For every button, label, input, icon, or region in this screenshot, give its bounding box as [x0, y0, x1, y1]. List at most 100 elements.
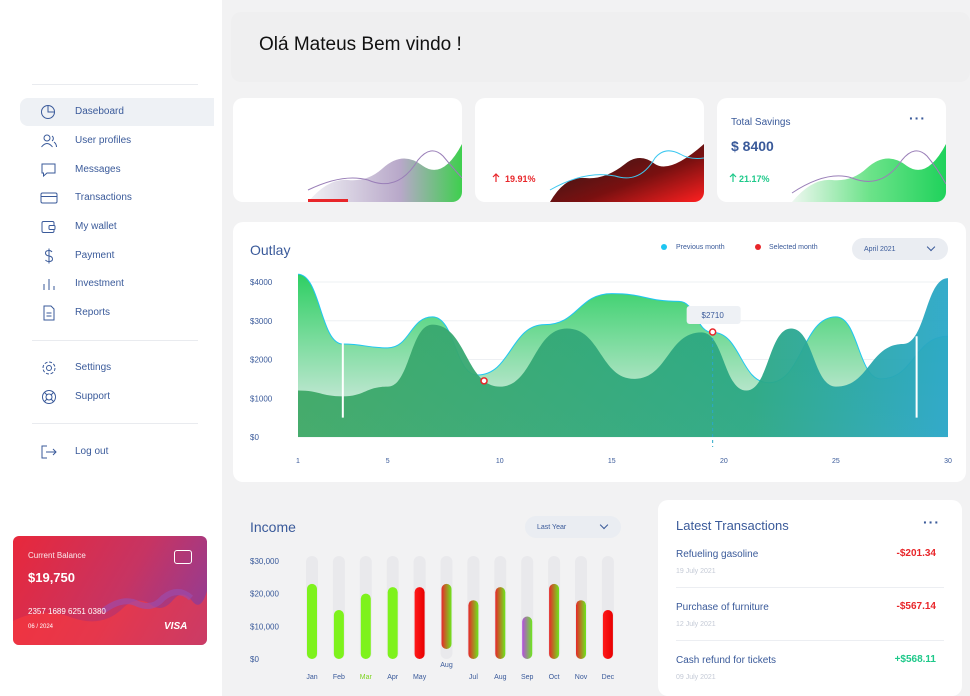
savings-change: 21.17% [739, 174, 770, 184]
bar [576, 600, 586, 659]
sidebar-item-settings[interactable]: Settings [20, 354, 214, 382]
y-tick-label: $1000 [250, 394, 273, 403]
sidebar-item-reports[interactable]: Reports [20, 299, 214, 327]
bar [307, 583, 317, 659]
x-tick-label: Mar [360, 674, 373, 681]
sidebar-item-label: Investment [75, 278, 124, 289]
kpi-card-1[interactable] [233, 98, 462, 202]
arrow-up-icon [729, 173, 737, 182]
x-tick-label: Apr [387, 674, 399, 681]
x-tick-label: 1 [296, 458, 300, 465]
bar [414, 587, 425, 659]
transaction-name: Purchase of furniture [676, 602, 769, 613]
card-balance-amount: $19,750 [28, 570, 75, 585]
transaction-date: 19 July 2021 [676, 568, 716, 575]
kpi-card-2[interactable]: 19.91% [475, 98, 704, 202]
sidebar-item-label: Payment [75, 250, 115, 261]
savings-title: Total Savings [731, 117, 791, 128]
message-icon [41, 163, 56, 178]
outlay-panel: Outlay Previous month Selected month Apr… [233, 222, 966, 482]
sidebar-item-label: My wallet [75, 221, 117, 232]
sidebar-item-payment[interactable]: Payment [20, 242, 214, 270]
sidebar-item-dashboard[interactable]: Daseboard [20, 98, 214, 126]
x-tick-label: 20 [720, 458, 728, 465]
wallet-icon [41, 221, 56, 233]
card-number: 2357 1689 6251 0380 [28, 607, 106, 616]
bar [441, 583, 452, 649]
row-divider [676, 640, 944, 641]
sidebar-item-user-profiles[interactable]: User profiles [20, 127, 214, 155]
gear-icon [42, 361, 56, 375]
y-tick-label: $30,000 [250, 557, 279, 566]
transaction-row[interactable]: Cash refund for tickets 09 July 2021 +$5… [658, 653, 962, 696]
x-tick-label: Sep [521, 674, 534, 681]
bar [387, 587, 398, 659]
income-panel: Income Last Year $30,000 $20,000 $10,000 $0… [233, 500, 643, 696]
card-expiry: 06 / 2024 [28, 624, 54, 630]
logout-icon [41, 445, 57, 459]
y-tick-label: $0 [250, 433, 259, 442]
users-icon [41, 134, 57, 148]
x-tick-label: Nov [575, 674, 588, 681]
bar [602, 610, 613, 659]
sidebar-item-label: Messages [75, 164, 121, 175]
sidebar-item-label: Settings [75, 362, 112, 373]
y-tick-label: $4000 [250, 278, 273, 287]
y-tick-label: $10,000 [250, 622, 279, 631]
y-tick-label: $20,000 [250, 590, 279, 599]
x-tick-label: Oct [549, 674, 560, 681]
savings-amount: $ 8400 [731, 138, 774, 154]
greeting-text: Olá Mateus Bem vindo ! [259, 34, 462, 55]
latest-transactions-panel: Latest Transactions ··· Refueling gasoli… [658, 500, 962, 696]
bar [360, 593, 371, 659]
visa-logo: VISA [164, 621, 188, 632]
sidebar-divider [32, 340, 198, 341]
x-tick-label: Aug [494, 674, 507, 681]
sidebar-item-messages[interactable]: Messages [20, 156, 214, 184]
total-savings-card[interactable]: Total Savings $ 8400 ··· 21.17% [717, 98, 946, 202]
balance-card[interactable]: Current Balance $19,750 2357 1689 6251 0… [13, 536, 207, 645]
kpi-change: 19.91% [505, 174, 536, 184]
kpi-sparkline-2 [549, 144, 704, 202]
sidebar-item-label: User profiles [75, 135, 132, 146]
sidebar-item-label: Transactions [75, 192, 132, 203]
outlay-chart: $4000$3000$2000$1000$01 5 10 15 20 25 30$2710 [250, 273, 952, 465]
more-options-icon[interactable]: ··· [923, 514, 940, 530]
sidebar-item-label: Support [75, 391, 111, 402]
logout-button[interactable]: Log out [20, 438, 214, 466]
y-tick-label: $0 [250, 655, 259, 664]
x-tick-label: 5 [386, 458, 390, 465]
bar [333, 610, 344, 659]
lifebuoy-icon [42, 390, 56, 404]
transaction-amount: -$201.34 [896, 548, 936, 559]
x-tick-label: Feb [333, 674, 345, 681]
sidebar-item-transactions[interactable]: Transactions [20, 184, 214, 212]
transaction-amount: -$567.14 [896, 601, 936, 612]
sidebar-item-support[interactable]: Support [20, 383, 214, 411]
sidebar-divider [32, 423, 198, 424]
x-tick-label: Aug [440, 662, 453, 669]
sidebar-item-my-wallet[interactable]: My wallet [20, 213, 214, 241]
x-tick-label: 10 [496, 458, 504, 465]
transaction-row[interactable]: Refueling gasoline 19 July 2021 -$201.34 [658, 547, 962, 597]
x-tick-label: 25 [832, 458, 840, 465]
tooltip-point [708, 328, 717, 336]
tooltip-text: $2710 [702, 311, 725, 320]
more-options-icon[interactable]: ··· [909, 110, 926, 126]
sidebar-item-investment[interactable]: Investment [20, 270, 214, 298]
x-tick-label: 15 [608, 458, 616, 465]
kpi-sparkline-1 [307, 144, 462, 202]
bar [549, 583, 560, 659]
pie-chart-icon [41, 105, 55, 119]
transaction-date: 09 July 2021 [676, 674, 716, 681]
sidebar-item-label: Daseboard [75, 106, 124, 117]
x-tick-label: May [413, 674, 427, 681]
data-point [480, 377, 488, 385]
y-tick-label: $2000 [250, 356, 273, 365]
transaction-row[interactable]: Purchase of furniture 12 July 2021 -$567… [658, 600, 962, 650]
transaction-name: Refueling gasoline [676, 549, 759, 560]
x-tick-label: 30 [944, 458, 952, 465]
x-tick-label: Jan [306, 674, 317, 681]
card-balance-label: Current Balance [28, 551, 86, 560]
logout-label: Log out [75, 446, 109, 457]
